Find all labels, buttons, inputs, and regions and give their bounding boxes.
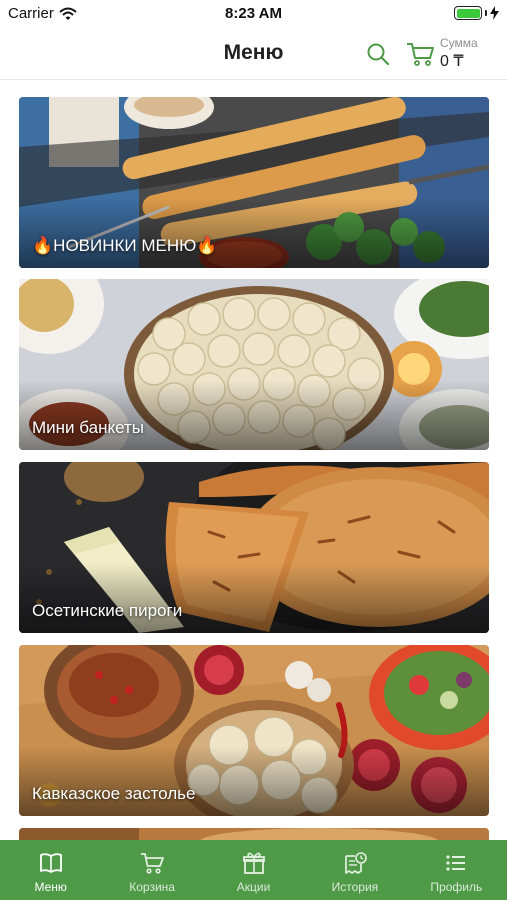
tab-label: Акции [236,880,271,894]
category-card-mini-banquets[interactable]: Мини банкеты [19,279,489,450]
sum-label: Сумма [440,36,478,50]
category-title: Мини банкеты [32,418,144,437]
category-title: 🔥НОВИНКИ МЕНЮ🔥 [32,236,218,255]
clock: 8:23 AM [225,5,282,22]
tab-menu[interactable]: Меню [0,840,101,900]
category-card-caucasian-feast[interactable]: Кавказское застолье [19,645,489,816]
navigation-bar: Меню Сумма 0 ₸ [0,28,507,80]
tab-label: Меню [34,880,67,894]
tab-promotions[interactable]: Акции [203,840,304,900]
tab-cart[interactable]: Корзина [101,840,202,900]
battery-indicator [454,6,499,20]
category-card-next[interactable] [19,828,489,840]
book-icon [39,853,62,873]
battery-icon [454,6,482,20]
category-list[interactable]: 🔥НОВИНКИ МЕНЮ🔥 Мини банкеты Осетинские п… [0,80,507,840]
tab-bar: Меню Корзина Акции История Профиль [0,840,507,900]
tab-history[interactable]: История [304,840,405,900]
tab-label: История [331,880,379,894]
sum-value: 0 ₸ [440,53,464,70]
gift-icon [242,852,265,874]
cart-icon [141,853,165,874]
history-icon [345,852,367,874]
category-title: Кавказское застолье [32,784,196,803]
cart-sum[interactable]: Сумма 0 ₸ [440,36,504,71]
category-card-new-items[interactable]: 🔥НОВИНКИ МЕНЮ🔥 [19,97,489,268]
search-icon[interactable] [364,40,392,68]
category-image [19,828,489,840]
category-card-ossetian-pies[interactable]: Осетинские пироги [19,462,489,633]
status-bar: Carrier 8:23 AM [0,0,507,28]
tab-label: Корзина [129,880,175,894]
tab-profile[interactable]: Профиль [406,840,507,900]
category-title: Осетинские пироги [32,601,183,620]
charging-bolt-icon [490,6,499,20]
tab-label: Профиль [430,880,483,894]
list-icon [446,855,466,871]
cart-icon[interactable] [405,40,435,68]
